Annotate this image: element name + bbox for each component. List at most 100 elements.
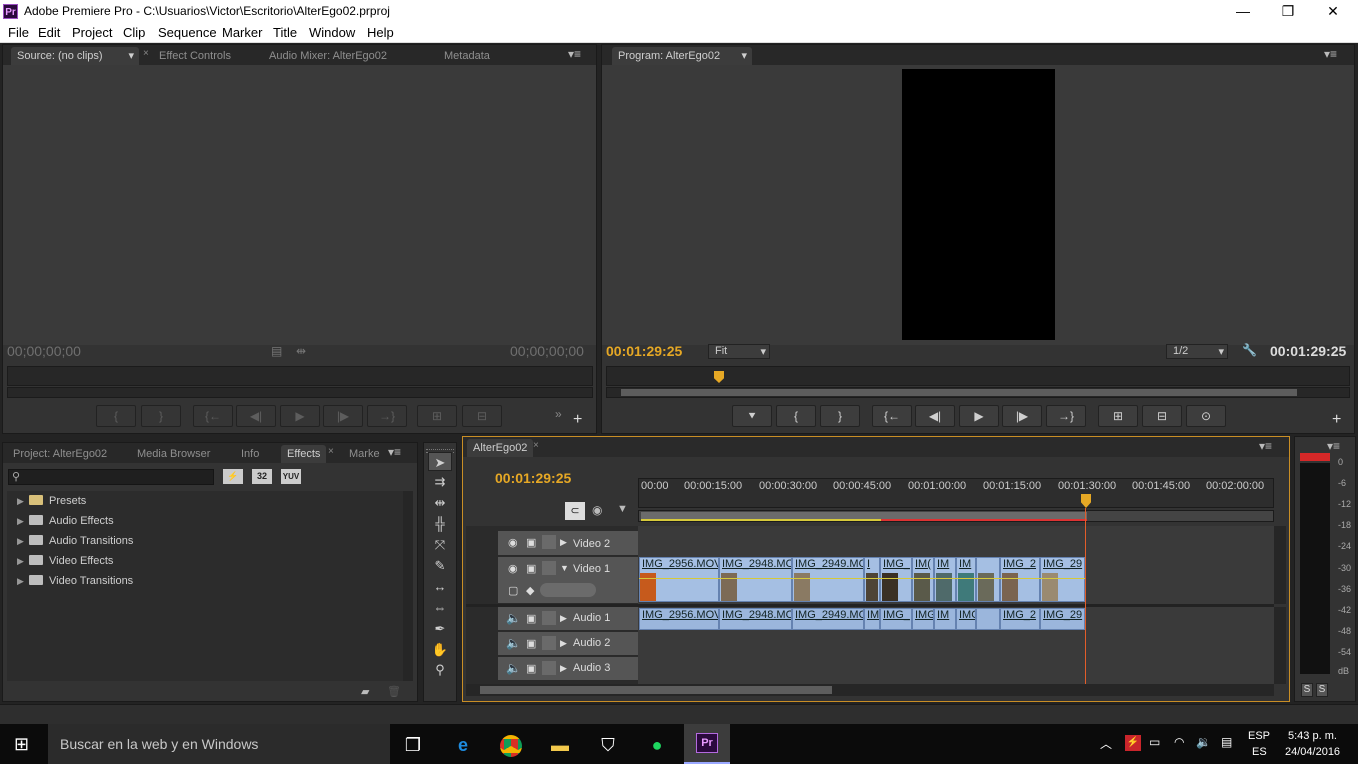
mark-out-button[interactable]: } bbox=[820, 405, 860, 427]
step-back-button[interactable]: ◀| bbox=[236, 405, 276, 427]
chevron-right-icon[interactable]: ▶ bbox=[560, 537, 567, 548]
sync-lock-icon[interactable]: ▣ bbox=[526, 562, 536, 575]
accelerated-effects-icon[interactable]: ⚡ bbox=[223, 469, 243, 484]
chrome-icon[interactable] bbox=[492, 729, 530, 761]
tab-media-browser[interactable]: Media Browser bbox=[131, 445, 216, 463]
spotify-icon[interactable]: ● bbox=[638, 729, 676, 761]
panel-menu-icon[interactable]: ▾≡ bbox=[568, 47, 581, 61]
close-icon[interactable]: × bbox=[328, 446, 334, 457]
chevron-right-icon[interactable]: ▶ bbox=[560, 663, 567, 674]
film-icon[interactable]: ▤ bbox=[271, 344, 282, 358]
video-clip[interactable]: IMG_2 bbox=[1000, 557, 1040, 602]
ripple-edit-tool-icon[interactable]: ⇹ bbox=[428, 493, 452, 512]
go-to-in-button[interactable]: {← bbox=[193, 405, 233, 427]
close-icon[interactable]: × bbox=[533, 440, 539, 451]
menu-sequence[interactable]: Sequence bbox=[158, 25, 217, 40]
battery-icon[interactable]: ▭ bbox=[1149, 735, 1160, 749]
lock-toggle[interactable] bbox=[542, 661, 556, 675]
audio-clip[interactable]: IMG bbox=[956, 608, 976, 630]
clock-date[interactable]: 24/04/2016 bbox=[1285, 746, 1340, 758]
playhead-icon[interactable] bbox=[714, 371, 724, 383]
audio-clip[interactable]: IM bbox=[864, 608, 880, 630]
effects-scrollbar[interactable] bbox=[403, 491, 413, 681]
scroll-thumb[interactable] bbox=[480, 686, 832, 694]
hand-tool-icon[interactable]: ✋ bbox=[428, 640, 452, 659]
new-bin-icon[interactable]: ▰ bbox=[361, 685, 369, 698]
tab-source[interactable]: Source: (no clips) ▾ bbox=[11, 47, 139, 65]
zoom-tool-icon[interactable]: ⚲ bbox=[428, 660, 452, 679]
keyboard-indicator[interactable]: ES bbox=[1252, 746, 1267, 758]
edge-icon[interactable]: e bbox=[444, 729, 482, 761]
menu-marker[interactable]: Marker bbox=[222, 25, 262, 40]
tab-program[interactable]: Program: AlterEgo02 ▾ bbox=[612, 47, 752, 65]
snap-icon[interactable]: ⊂ bbox=[565, 502, 585, 520]
clock-time[interactable]: 5:43 p. m. bbox=[1288, 730, 1337, 742]
lock-toggle[interactable] bbox=[542, 561, 556, 575]
tree-item-audio-effects[interactable]: ▶ Audio Effects bbox=[17, 515, 114, 527]
source-zoom-scrollbar[interactable] bbox=[7, 387, 593, 398]
mark-out-button[interactable]: } bbox=[141, 405, 181, 427]
keyframe-nav[interactable] bbox=[540, 583, 596, 597]
speaker-icon[interactable]: 🔈 bbox=[506, 661, 521, 675]
chevron-up-icon[interactable]: ︿ bbox=[1100, 735, 1112, 752]
step-back-button[interactable]: ◀| bbox=[915, 405, 955, 427]
premiere-taskbar-button[interactable]: Pr bbox=[684, 724, 730, 764]
notification-icon[interactable]: ▤ bbox=[1221, 735, 1232, 749]
task-view-icon[interactable]: ❐ bbox=[394, 729, 432, 761]
solo-button-right[interactable]: S bbox=[1316, 683, 1328, 697]
rate-stretch-tool-icon[interactable]: ⤧ bbox=[428, 535, 452, 554]
step-forward-button[interactable]: |▶ bbox=[323, 405, 363, 427]
lock-toggle[interactable] bbox=[542, 611, 556, 625]
panel-menu-icon[interactable]: ▾≡ bbox=[1259, 439, 1272, 453]
insert-button[interactable]: ⊞ bbox=[417, 405, 457, 427]
volume-icon[interactable]: 🔉 bbox=[1196, 735, 1211, 749]
close-button[interactable]: ✕ bbox=[1310, 0, 1356, 23]
scroll-thumb[interactable] bbox=[621, 389, 1297, 396]
clip-indicator[interactable] bbox=[1300, 453, 1330, 461]
keyframe-toggle-icon[interactable]: ◆ bbox=[526, 584, 534, 597]
program-timecode[interactable]: 00:01:29:25 bbox=[606, 343, 682, 359]
audio-clip[interactable]: IMG_29 bbox=[1040, 608, 1085, 630]
timeline-timecode[interactable]: 00:01:29:25 bbox=[495, 470, 571, 486]
eye-icon[interactable]: ◉ bbox=[508, 536, 518, 549]
lift-button[interactable]: ⊞ bbox=[1098, 405, 1138, 427]
tab-audio-mixer[interactable]: Audio Mixer: AlterEgo02 bbox=[263, 47, 393, 65]
audio-tracks-scrollbar[interactable] bbox=[1274, 607, 1286, 684]
video-clip[interactable]: I bbox=[864, 557, 880, 602]
more-controls-icon[interactable]: » bbox=[555, 407, 562, 421]
play-button[interactable]: ▶ bbox=[959, 405, 999, 427]
tab-info[interactable]: Info bbox=[235, 445, 265, 463]
fit-dropdown[interactable]: Fit ▾ bbox=[708, 344, 770, 359]
windows-start-icon[interactable]: ⊞ bbox=[14, 734, 29, 755]
chevron-down-icon[interactable]: ▾ bbox=[741, 47, 747, 65]
minimize-button[interactable]: — bbox=[1220, 0, 1266, 23]
sync-lock-icon[interactable]: ▣ bbox=[526, 662, 536, 675]
audio-clip[interactable]: IMG bbox=[912, 608, 934, 630]
program-timeruler[interactable] bbox=[606, 366, 1350, 386]
resolution-dropdown[interactable]: 1/2 ▾ bbox=[1166, 344, 1228, 359]
video-clip[interactable]: IM bbox=[934, 557, 956, 602]
speaker-icon[interactable]: 🔈 bbox=[506, 611, 521, 625]
video-clip[interactable]: IMG_2948.MO bbox=[719, 557, 792, 602]
tab-project[interactable]: Project: AlterEgo02 bbox=[7, 445, 113, 463]
video-tracks-scrollbar[interactable] bbox=[1274, 526, 1286, 604]
eye-icon[interactable]: ◉ bbox=[508, 562, 518, 575]
timeline-horizontal-scrollbar[interactable] bbox=[466, 684, 1274, 696]
step-forward-button[interactable]: |▶ bbox=[1002, 405, 1042, 427]
add-marker-button[interactable]: ⯆ bbox=[732, 405, 772, 427]
tree-item-video-effects[interactable]: ▶ Video Effects bbox=[17, 555, 113, 567]
audio-clip[interactable]: IMG_2 bbox=[1000, 608, 1040, 630]
close-icon[interactable]: × bbox=[143, 48, 149, 59]
language-indicator[interactable]: ESP bbox=[1248, 730, 1270, 742]
opacity-line[interactable] bbox=[639, 578, 1085, 579]
marker-icon[interactable]: ▼ bbox=[617, 503, 628, 515]
go-to-in-button[interactable]: {← bbox=[872, 405, 912, 427]
speaker-icon[interactable]: 🔈 bbox=[506, 636, 521, 650]
wifi-icon[interactable]: ◠ bbox=[1174, 735, 1184, 749]
video-clip[interactable] bbox=[976, 557, 1000, 602]
maximize-button[interactable]: ❐ bbox=[1265, 0, 1311, 23]
mark-in-button[interactable]: { bbox=[96, 405, 136, 427]
video-clip[interactable]: IMG_2956.MOV bbox=[639, 557, 719, 602]
sync-lock-icon[interactable]: ▣ bbox=[526, 536, 536, 549]
mark-in-button[interactable]: { bbox=[776, 405, 816, 427]
